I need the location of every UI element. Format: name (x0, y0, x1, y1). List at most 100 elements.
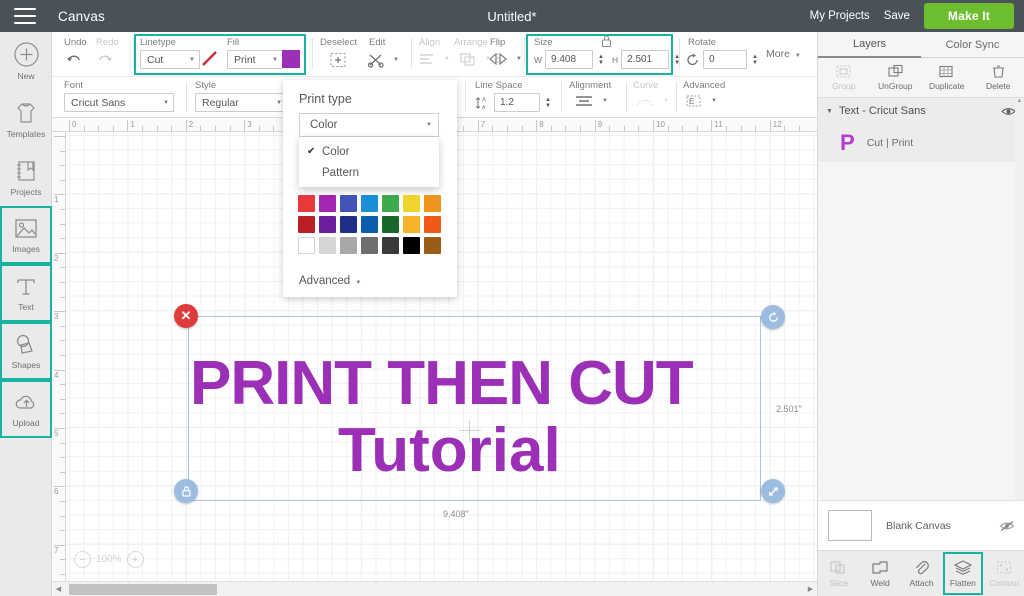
zoom-in-button[interactable]: + (126, 551, 144, 568)
right-panel-scrollbar[interactable]: ▲ (1015, 98, 1024, 532)
duplicate-button[interactable]: Duplicate (921, 58, 973, 97)
color-swatch[interactable] (296, 214, 317, 235)
layer-meta: Cut | Print (866, 137, 914, 149)
tab-layers[interactable]: Layers (818, 32, 921, 58)
make-it-button[interactable]: Make It (923, 3, 1014, 29)
color-swatch[interactable] (296, 193, 317, 214)
sidebar-item-new[interactable]: New (0, 32, 52, 90)
blank-canvas-row[interactable]: Blank Canvas (818, 500, 1024, 550)
scrollbar-track[interactable] (65, 583, 804, 595)
eye-off-icon[interactable] (999, 520, 1015, 532)
eye-icon[interactable] (1001, 106, 1016, 117)
chevron-down-icon[interactable]: ▼ (516, 56, 522, 62)
scrollbar-thumb[interactable] (69, 583, 217, 595)
flatten-button[interactable]: Flatten (942, 551, 983, 596)
color-swatch[interactable] (380, 235, 401, 256)
fill-select[interactable]: Print ▼ (227, 50, 283, 69)
flip-icon[interactable] (488, 52, 508, 66)
advanced-icon[interactable]: E (685, 94, 703, 108)
contour-button[interactable]: Contour (984, 551, 1024, 596)
color-swatch[interactable] (422, 235, 443, 256)
canvas-text-line-2[interactable]: Tutorial (338, 420, 561, 482)
color-swatch[interactable] (380, 193, 401, 214)
sidebar-item-images[interactable]: Images (0, 206, 52, 264)
height-input[interactable]: 2.501 (621, 50, 670, 69)
color-swatch[interactable] (359, 193, 380, 214)
color-swatch[interactable] (296, 235, 317, 256)
save-link[interactable]: Save (884, 10, 910, 22)
color-swatch[interactable] (422, 214, 443, 235)
canvas-text-line-1[interactable]: PRINT THEN CUT (190, 353, 694, 415)
resize-handle[interactable] (761, 479, 785, 503)
sidebar-item-projects[interactable]: Projects (0, 148, 52, 206)
color-swatch[interactable] (401, 214, 422, 235)
text-align-center-icon[interactable] (574, 94, 594, 108)
undo-icon[interactable] (66, 52, 83, 66)
scroll-left-arrow[interactable]: ◀ (52, 585, 65, 593)
print-type-option-color[interactable]: ✔ Color (299, 141, 439, 162)
my-projects-link[interactable]: My Projects (810, 10, 870, 22)
color-swatch[interactable] (317, 214, 338, 235)
color-swatch[interactable] (359, 214, 380, 235)
rotate-stepper[interactable]: ▲ ▼ (752, 54, 758, 66)
sidebar-item-templates[interactable]: Templates (0, 90, 52, 148)
cut-line-icon[interactable] (200, 50, 220, 68)
print-type-option-pattern[interactable]: Pattern (299, 162, 439, 183)
lock-handle[interactable] (174, 479, 198, 503)
width-input[interactable]: 9.408 (545, 50, 594, 69)
redo-icon[interactable] (97, 52, 114, 66)
linetype-select[interactable]: Cut ▼ (140, 50, 200, 69)
color-swatch[interactable] (380, 214, 401, 235)
zoom-out-button[interactable]: − (74, 551, 91, 568)
hamburger-menu-icon[interactable] (14, 8, 36, 24)
scroll-up-arrow[interactable]: ▲ (1015, 98, 1024, 104)
layer-item[interactable]: P Cut | Print (818, 124, 1024, 162)
canvas-horizontal-scrollbar[interactable]: ◀ ▶ (52, 581, 817, 596)
sidebar-item-shapes[interactable]: Shapes (0, 322, 52, 380)
rotate-icon[interactable] (686, 53, 700, 67)
print-advanced-toggle[interactable]: Advanced ▼ (299, 275, 361, 287)
color-swatch[interactable] (422, 193, 443, 214)
rotate-handle[interactable] (761, 305, 785, 329)
scroll-right-arrow[interactable]: ▶ (804, 585, 817, 593)
sidebar-item-upload[interactable]: Upload (0, 380, 52, 438)
color-swatch[interactable] (338, 214, 359, 235)
chevron-down-icon[interactable]: ▼ (826, 108, 833, 115)
style-select[interactable]: Regular ▼ (195, 93, 287, 112)
weld-button[interactable]: Weld (859, 551, 900, 596)
delete-button[interactable]: Delete (973, 58, 1024, 97)
blank-canvas-swatch[interactable] (828, 510, 872, 541)
layer-group-header[interactable]: ▼ Text - Cricut Sans (818, 98, 1024, 124)
chevron-down-icon[interactable]: ▼ (711, 98, 717, 104)
contour-icon (997, 561, 1012, 573)
font-select[interactable]: Cricut Sans ▼ (64, 93, 174, 112)
slice-button[interactable]: Slice (818, 551, 859, 596)
color-swatch[interactable] (317, 235, 338, 256)
more-group[interactable]: More ▼ (766, 32, 814, 76)
line-space-stepper[interactable]: ▲ ▼ (545, 97, 551, 109)
color-swatch[interactable] (359, 235, 380, 256)
line-space-input[interactable]: 1.2 (494, 93, 540, 112)
width-stepper[interactable]: ▲ ▼ (598, 54, 604, 66)
color-swatch[interactable] (338, 193, 359, 214)
chevron-down-icon[interactable]: ▼ (393, 57, 399, 63)
chevron-down-icon[interactable]: ▼ (602, 98, 608, 104)
color-swatch[interactable] (401, 193, 422, 214)
deselect-icon[interactable] (329, 52, 347, 68)
tab-color-sync[interactable]: Color Sync (921, 32, 1024, 58)
fill-color-swatch[interactable] (282, 50, 300, 68)
color-swatch-grid[interactable] (296, 193, 443, 256)
attach-button[interactable]: Attach (901, 551, 942, 596)
color-swatch[interactable] (338, 235, 359, 256)
sidebar-item-text[interactable]: Text (0, 264, 52, 322)
color-swatch[interactable] (401, 235, 422, 256)
color-swatch[interactable] (317, 193, 338, 214)
ungroup-button[interactable]: UnGroup (870, 58, 922, 97)
scissors-icon[interactable] (367, 52, 385, 68)
group-button[interactable]: Group (818, 58, 870, 97)
width-dimension-label: 9.408" (443, 509, 469, 519)
delete-handle[interactable]: ✕ (174, 304, 198, 328)
print-type-select[interactable]: Color ▼ (299, 113, 439, 137)
rotate-input[interactable]: 0 (703, 50, 747, 69)
attach-label: Attach (909, 578, 934, 588)
